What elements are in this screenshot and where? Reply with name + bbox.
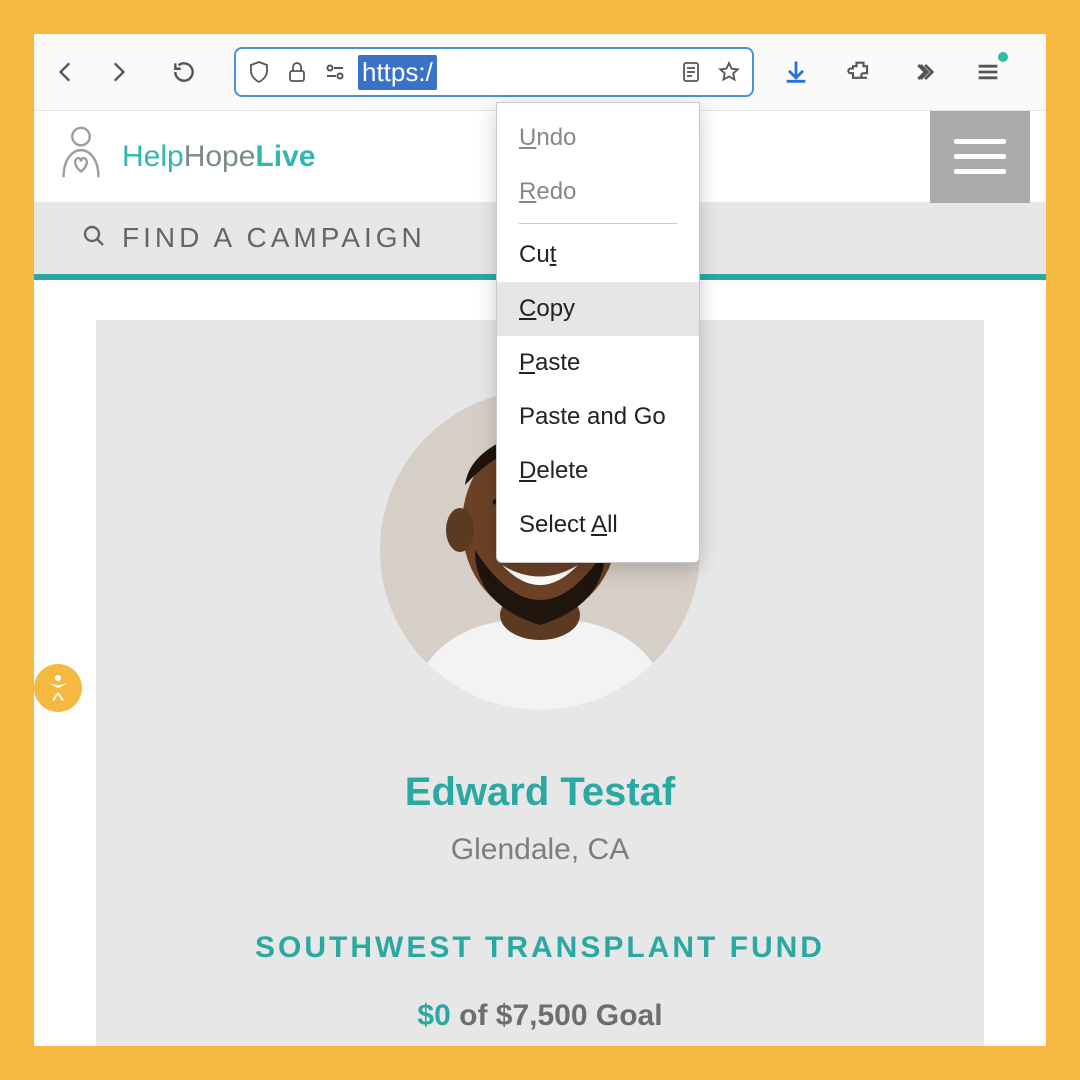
context-menu-undo[interactable]: Undo <box>497 111 699 165</box>
downloads-icon[interactable] <box>774 50 818 94</box>
reload-button[interactable] <box>162 50 206 94</box>
extensions-icon[interactable] <box>838 50 882 94</box>
forward-button[interactable] <box>96 50 140 94</box>
find-campaign-label: FIND A CAMPAIGN <box>122 222 426 254</box>
back-button[interactable] <box>44 50 88 94</box>
campaign-progress: $0 of $7,500 Goal <box>417 999 662 1033</box>
context-menu-divider <box>519 223 677 224</box>
app-menu-icon[interactable] <box>966 50 1010 94</box>
url-text-selected[interactable]: https:/ <box>358 55 437 90</box>
goal-amount: $7,500 Goal <box>496 999 663 1032</box>
address-bar[interactable]: https:/ <box>234 47 754 97</box>
campaign-location: Glendale, CA <box>451 833 629 867</box>
context-menu-redo[interactable]: Redo <box>497 165 699 219</box>
context-menu-paste-and-go[interactable]: Paste and Go <box>497 390 699 444</box>
context-menu: Undo Redo Cut Copy Paste Paste and Go De… <box>496 102 700 563</box>
lock-icon[interactable] <box>282 57 312 87</box>
context-menu-delete[interactable]: Delete <box>497 444 699 498</box>
context-menu-select-all[interactable]: Select All <box>497 498 699 552</box>
search-icon <box>82 224 106 253</box>
logo-text: HelpHopeLive <box>122 140 315 174</box>
campaign-fund-name: SOUTHWEST TRANSPLANT FUND <box>255 931 825 965</box>
hamburger-menu-button[interactable] <box>930 111 1030 203</box>
accessibility-button[interactable] <box>34 664 82 712</box>
context-menu-paste[interactable]: Paste <box>497 336 699 390</box>
overflow-icon[interactable] <box>902 50 946 94</box>
amount-raised: $0 <box>417 999 450 1032</box>
context-menu-cut[interactable]: Cut <box>497 228 699 282</box>
campaign-name: Edward Testaf <box>405 770 675 815</box>
logo-mark-icon <box>50 123 112 190</box>
reader-mode-icon[interactable] <box>676 57 706 87</box>
browser-toolbar: https:/ <box>34 34 1046 110</box>
permissions-icon[interactable] <box>320 57 350 87</box>
site-logo[interactable]: HelpHopeLive <box>50 123 315 190</box>
shield-icon[interactable] <box>244 57 274 87</box>
bookmark-star-icon[interactable] <box>714 57 744 87</box>
context-menu-copy[interactable]: Copy <box>497 282 699 336</box>
